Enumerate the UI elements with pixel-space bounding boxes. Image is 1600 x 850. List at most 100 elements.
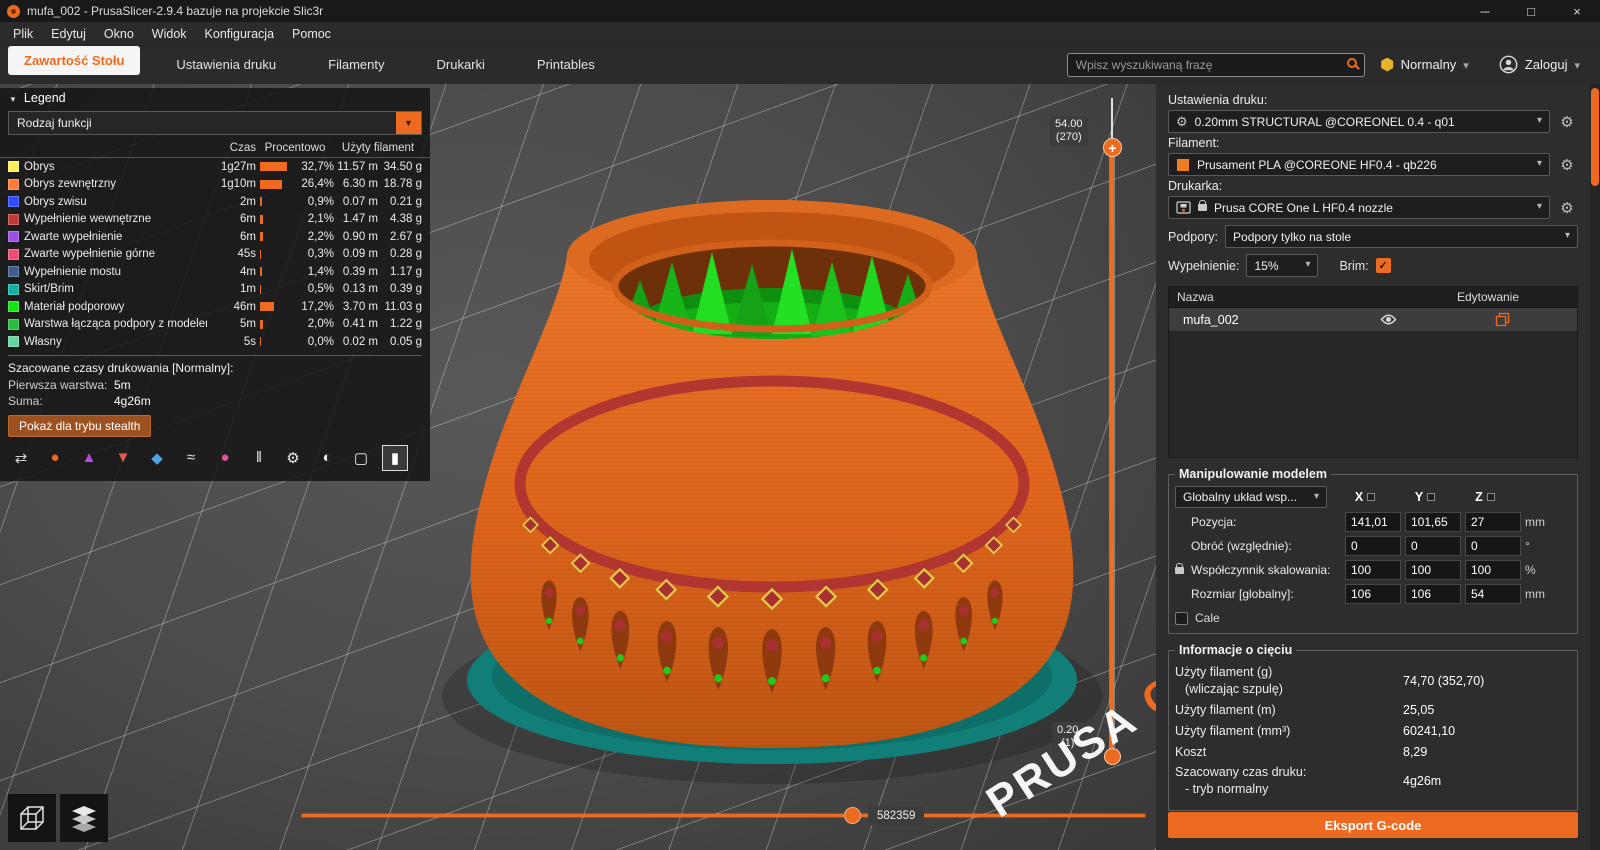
login-button[interactable]: Zaloguj	[1499, 55, 1580, 74]
inches-label: Cale	[1195, 611, 1220, 625]
total-time-value: 4g26m	[114, 393, 151, 408]
first-layer-label: Pierwsza warstwa:	[8, 377, 108, 392]
preview-toolbar-icon[interactable]: ▢	[348, 445, 374, 471]
menu-item[interactable]: Edytuj	[42, 22, 95, 46]
y-input[interactable]: 106	[1405, 584, 1461, 604]
supports-select[interactable]: Podpory tylko na stole	[1225, 225, 1578, 248]
preview-toolbar-icon[interactable]: ⇄	[8, 445, 34, 471]
feature-color-swatch	[8, 283, 19, 295]
brim-checkbox[interactable]	[1375, 258, 1391, 273]
x-input[interactable]: 0	[1345, 536, 1401, 556]
layer-slider-track[interactable]	[1110, 144, 1114, 760]
z-input[interactable]: 0	[1465, 536, 1521, 556]
percent-bar	[260, 162, 287, 172]
manipulation-row: Pozycja: 141,01 101,65 27 mm	[1175, 512, 1571, 532]
layer-slider[interactable]: 54.00 (270) 0.20 (1)	[1050, 98, 1122, 770]
collapse-icon[interactable]	[9, 91, 17, 105]
preview-toolbar-icon[interactable]: ≈	[178, 445, 204, 471]
preview-toolbar-icon[interactable]: ▼	[110, 445, 136, 471]
filament-gear-button[interactable]: ⚙	[1556, 154, 1578, 176]
scrollbar-thumb[interactable]	[1591, 88, 1599, 186]
printer-gear-button[interactable]: ⚙	[1556, 197, 1578, 219]
search-input[interactable]	[1066, 52, 1365, 77]
layer-top-label: 54.00 (270)	[1050, 116, 1088, 146]
x-input[interactable]: 141,01	[1345, 512, 1401, 532]
editor-view-button[interactable]	[8, 794, 56, 842]
axis-checkbox[interactable]	[1367, 493, 1376, 501]
printer-icon	[1176, 201, 1191, 214]
y-input[interactable]: 100	[1405, 560, 1461, 580]
infill-select[interactable]: 15%	[1246, 254, 1319, 277]
column-name: Nazwa	[1177, 290, 1214, 304]
tab[interactable]: Drukarki	[411, 46, 511, 83]
legend-row: Zwarte wypełnienie górne 45s 0,3% 0.09 m…	[0, 246, 430, 264]
z-input[interactable]: 54	[1465, 584, 1521, 604]
printer-select[interactable]: Prusa CORE One L HF0.4 nozzle	[1168, 196, 1550, 219]
percent-bar	[260, 197, 262, 207]
axis-checkbox[interactable]	[1427, 493, 1436, 501]
object-row[interactable]: mufa_002	[1169, 308, 1577, 331]
print-settings-select[interactable]: ⚙ 0.20mm STRUCTURAL @COREONEL 0.4 - q01	[1168, 110, 1550, 133]
axis-header: Y	[1395, 490, 1455, 504]
slicing-info-row: Użyty filament (m) 25,05	[1175, 702, 1435, 718]
show-stealth-button[interactable]: Pokaż dla trybu stealth	[8, 414, 152, 437]
axis-checkbox[interactable]	[1486, 493, 1495, 501]
moves-slider-handle[interactable]	[844, 807, 861, 824]
z-input[interactable]: 27	[1465, 512, 1521, 532]
feature-color-swatch	[8, 178, 19, 190]
dropdown-arrow-icon[interactable]	[396, 112, 421, 134]
filament-select[interactable]: Prusament PLA @COREONE HF0.4 - qb226	[1168, 153, 1550, 176]
brim-label: Brim:	[1339, 258, 1369, 273]
x-input[interactable]: 100	[1345, 560, 1401, 580]
supports-label: Podpory:	[1168, 229, 1219, 244]
tab[interactable]: Printables	[511, 46, 621, 83]
minimize-button[interactable]: ─	[1462, 0, 1508, 22]
preview-toolbar-icon[interactable]: ▲	[76, 445, 102, 471]
close-button[interactable]: ×	[1554, 0, 1600, 22]
tab[interactable]: Filamenty	[302, 46, 410, 83]
preview-toolbar-icon[interactable]: ▮	[382, 444, 408, 471]
tab[interactable]: Zawartość Stołu	[8, 46, 141, 75]
object-list: Nazwa Edytowanie mufa_002	[1168, 286, 1578, 458]
scale-lock-icon[interactable]	[1175, 562, 1184, 574]
cube-icon	[16, 802, 48, 834]
maximize-button[interactable]: □	[1508, 0, 1554, 22]
menu-item[interactable]: Widok	[143, 22, 196, 46]
preview-toolbar-icon[interactable]: ⚙	[280, 445, 306, 471]
preview-toolbar-icon[interactable]: ●	[42, 445, 68, 471]
inches-checkbox[interactable]	[1175, 611, 1188, 625]
menu-item[interactable]: Konfiguracja	[196, 22, 284, 46]
x-input[interactable]: 106	[1345, 584, 1401, 604]
printable-toggle-icon[interactable]	[1427, 312, 1577, 327]
3d-viewport[interactable]: Legend Rodzaj funkcji Czas Procentowo Uż…	[0, 84, 1156, 850]
preview-toolbar-icon[interactable]: ◆	[144, 445, 170, 471]
manipulation-row: Rozmiar [globalny]: 106 106 54 mm	[1175, 584, 1571, 604]
preview-toolbar-icon[interactable]: ‖	[246, 445, 272, 471]
menu-item[interactable]: Pomoc	[283, 22, 340, 46]
feature-color-swatch	[8, 266, 19, 278]
mode-selector[interactable]: Normalny	[1381, 57, 1469, 72]
print-settings-gear-button[interactable]: ⚙	[1556, 111, 1578, 133]
menu-item[interactable]: Plik	[4, 22, 42, 46]
z-input[interactable]: 100	[1465, 560, 1521, 580]
menu-item[interactable]: Okno	[95, 22, 143, 46]
y-input[interactable]: 0	[1405, 536, 1461, 556]
tab[interactable]: Ustawienia druku	[150, 46, 302, 83]
printer-label: Drukarka:	[1168, 179, 1223, 193]
coord-system-select[interactable]: Globalny układ wsp...	[1175, 486, 1327, 508]
sidebar-scrollbar[interactable]	[1590, 84, 1600, 850]
preview-toolbar-icon[interactable]: ◐	[314, 445, 340, 471]
percent-bar	[260, 249, 261, 259]
y-input[interactable]: 101,65	[1405, 512, 1461, 532]
preview-toolbar-icon[interactable]: ●	[212, 445, 238, 471]
search-icon[interactable]	[1346, 57, 1357, 68]
first-layer-value: 5m	[114, 377, 131, 392]
eye-icon[interactable]	[1380, 313, 1397, 326]
preview-view-button[interactable]	[60, 794, 108, 842]
feature-color-swatch	[8, 161, 19, 173]
feature-color-swatch	[8, 301, 19, 313]
view-mode-select[interactable]: Rodzaj funkcji	[8, 111, 422, 135]
export-gcode-button[interactable]: Eksport G-code	[1168, 812, 1578, 838]
chevron-down-icon	[1463, 57, 1469, 72]
layer-slider-top-handle[interactable]	[1103, 138, 1122, 157]
